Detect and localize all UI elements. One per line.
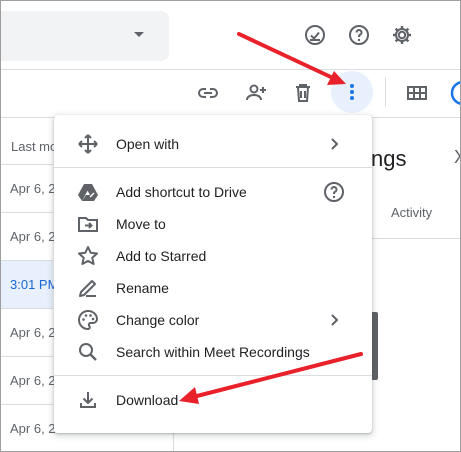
header-divider [1, 69, 460, 70]
more-vert-icon[interactable] [340, 80, 364, 104]
table-row-selected[interactable]: 3:01 PM [1, 260, 58, 308]
link-icon[interactable] [196, 81, 220, 105]
menu-item-label: Move to [116, 216, 166, 232]
palette-icon [76, 308, 100, 332]
table-row[interactable]: Apr 6, 2 [1, 356, 56, 404]
menu-item-search-within[interactable]: Search within Meet Recordings [54, 336, 372, 368]
row-date: Apr 6, 2 [10, 421, 56, 436]
download-icon [76, 388, 100, 412]
drive-window: Last mo Apr 6, 2 Apr 6, 2 3:01 PM Apr 6,… [0, 0, 461, 452]
close-icon[interactable]: X [454, 147, 460, 168]
row-date: Apr 6, 2 [10, 325, 56, 340]
menu-item-open-with[interactable]: Open with [54, 128, 372, 160]
add-person-icon[interactable] [244, 81, 268, 105]
offline-check-icon[interactable] [303, 23, 327, 47]
table-row[interactable]: Apr 6, 2 [1, 212, 56, 260]
menu-item-add-starred[interactable]: Add to Starred [54, 240, 372, 272]
menu-item-rename[interactable]: Rename [54, 272, 372, 304]
menu-divider [54, 375, 372, 376]
move-folder-icon [76, 212, 100, 236]
tab-activity[interactable]: Activity [391, 205, 432, 220]
panel-scrollbar[interactable] [371, 312, 378, 380]
menu-item-label: Add shortcut to Drive [116, 184, 247, 200]
menu-item-add-shortcut[interactable]: Add shortcut to Drive [54, 176, 372, 208]
search-icon [76, 340, 100, 364]
menu-item-label: Rename [116, 280, 169, 296]
table-row[interactable]: Apr 6, 2 [1, 308, 56, 356]
grid-view-icon[interactable] [405, 81, 429, 105]
row-date: Apr 6, 2 [10, 181, 56, 196]
row-date: 3:01 PM [10, 277, 59, 292]
settings-icon[interactable] [390, 23, 414, 47]
move-arrows-icon [76, 132, 100, 156]
menu-item-download[interactable]: Download [54, 384, 372, 416]
trash-icon[interactable] [291, 81, 315, 105]
chevron-right-icon [322, 132, 346, 156]
menu-divider [54, 167, 372, 168]
table-row[interactable]: Apr 6, 2 [1, 164, 56, 212]
menu-item-label: Change color [116, 312, 200, 328]
menu-item-label: Open with [116, 136, 180, 152]
star-icon [76, 244, 100, 268]
toolbar-divider [385, 77, 386, 107]
info-icon[interactable] [449, 79, 460, 107]
help-icon[interactable] [322, 180, 346, 204]
context-menu: Open with Add shortcut to Drive Move to [54, 115, 372, 433]
table-row[interactable]: Apr 6, 2 [1, 404, 56, 451]
details-panel-title: ngs [371, 146, 407, 171]
menu-item-label: Search within Meet Recordings [116, 344, 310, 360]
chevron-right-icon [322, 308, 346, 332]
column-header-last-modified[interactable]: Last mo [11, 139, 57, 154]
pencil-icon [76, 276, 100, 300]
annotation-arrow-kebab [237, 32, 346, 85]
drive-shortcut-icon [76, 180, 100, 204]
help-icon[interactable] [347, 23, 371, 47]
row-date: Apr 6, 2 [10, 229, 56, 244]
menu-item-move-to[interactable]: Move to [54, 208, 372, 240]
row-date: Apr 6, 2 [10, 373, 56, 388]
menu-item-label: Download [116, 392, 179, 408]
search-options-caret-icon[interactable] [134, 32, 144, 37]
menu-item-change-color[interactable]: Change color [54, 304, 372, 336]
search-bar[interactable] [1, 11, 169, 61]
menu-item-label: Add to Starred [116, 248, 207, 264]
